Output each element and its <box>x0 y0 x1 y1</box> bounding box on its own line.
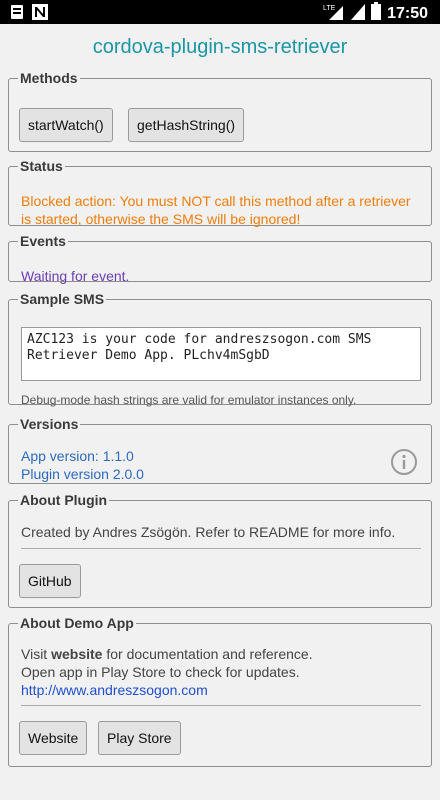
methods-legend: Methods <box>20 70 78 86</box>
sample-sms-legend: Sample SMS <box>20 291 105 307</box>
event-message: Waiting for event. <box>21 268 130 284</box>
about-demo-app-section: About Demo App Visit website for documen… <box>8 615 432 767</box>
methods-section: Methods startWatch() getHashString() <box>8 70 432 152</box>
visit-suffix: for documentation and reference. <box>102 646 313 662</box>
debug-hash-note: Debug-mode hash strings are valid for em… <box>21 393 357 407</box>
status-message: Blocked action: You must NOT call this m… <box>21 193 411 227</box>
plugin-version: Plugin version 2.0.0 <box>21 466 144 482</box>
get-hash-string-button[interactable]: getHashString() <box>128 108 245 142</box>
svg-text:LTE: LTE <box>323 5 336 12</box>
events-legend: Events <box>20 233 66 249</box>
visit-website-line: Visit website for documentation and refe… <box>21 645 313 663</box>
status-section: Status Blocked action: You must NOT call… <box>8 158 432 227</box>
app-version: App version: 1.1.0 <box>21 448 134 464</box>
versions-section: Versions App version: 1.1.0 Plugin versi… <box>8 416 432 484</box>
github-button[interactable]: GitHub <box>19 564 81 598</box>
visit-prefix: Visit <box>21 646 52 662</box>
about-plugin-text: Created by Andres Zsögön. Refer to READM… <box>21 524 396 540</box>
website-link-text[interactable]: website <box>51 646 102 662</box>
signal-icon <box>351 2 366 25</box>
about-plugin-legend: About Plugin <box>20 492 108 508</box>
battery-icon <box>371 2 382 25</box>
status-legend: Status <box>20 158 63 174</box>
lte-signal-icon: LTE <box>323 2 345 25</box>
info-icon[interactable] <box>390 448 418 481</box>
play-store-text: Open app in Play Store to check for upda… <box>21 664 300 680</box>
notification-icon <box>10 4 24 25</box>
about-app-divider <box>21 705 421 706</box>
page-title: cordova-plugin-sms-retriever <box>92 36 348 58</box>
about-app-legend: About Demo App <box>20 615 134 631</box>
about-plugin-divider <box>21 548 421 549</box>
n-app-icon <box>32 4 48 25</box>
status-bar: LTE 17:50 <box>0 0 440 24</box>
versions-legend: Versions <box>20 416 79 432</box>
about-plugin-section: About Plugin Created by Andres Zsögön. R… <box>8 492 432 608</box>
status-time: 17:50 <box>387 4 428 22</box>
start-watch-button[interactable]: startWatch() <box>19 108 113 142</box>
sample-sms-textarea[interactable]: AZC123 is your code for andreszsogon.com… <box>21 327 421 381</box>
website-url-link[interactable]: http://www.andreszsogon.com <box>21 681 208 699</box>
website-button[interactable]: Website <box>19 721 88 755</box>
events-section: Events Waiting for event. <box>8 233 432 284</box>
sample-sms-section: Sample SMS AZC123 is your code for andre… <box>8 291 432 407</box>
play-store-button[interactable]: Play Store <box>98 721 181 755</box>
